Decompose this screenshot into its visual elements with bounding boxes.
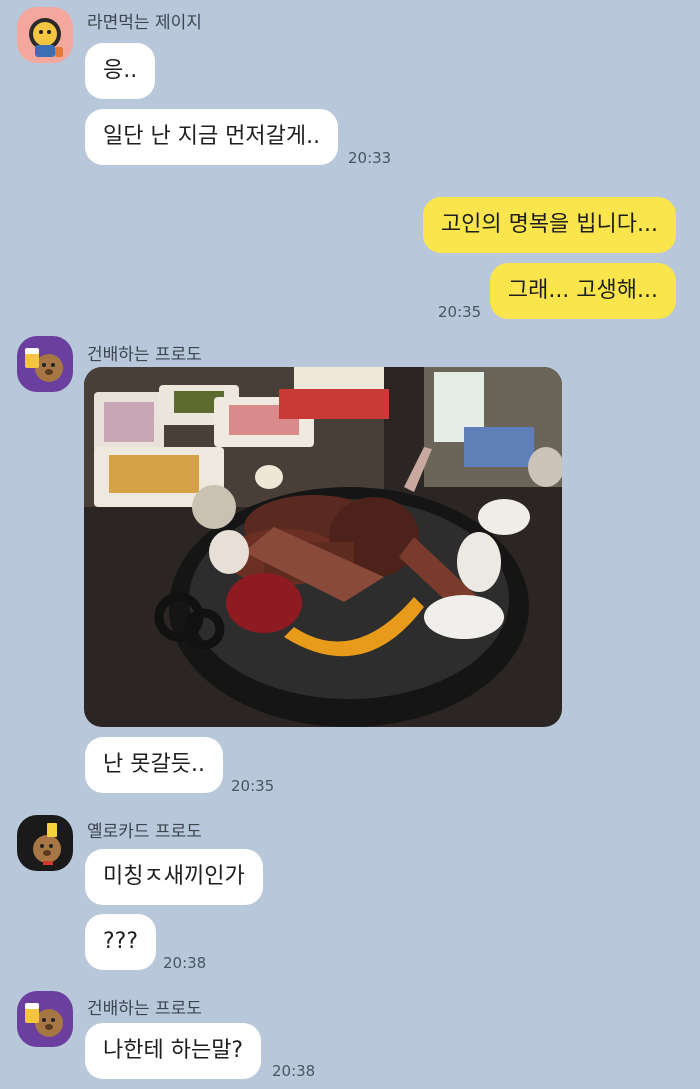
timestamp: 20:35: [438, 303, 482, 321]
sender-name: 건배하는 프로도: [87, 999, 202, 1019]
timestamp: 20:38: [272, 1062, 316, 1080]
timestamp: 20:33: [348, 149, 392, 167]
timestamp: 20:38: [163, 954, 207, 972]
message-bubble[interactable]: 일단 난 지금 먼저갈게..: [85, 109, 339, 165]
avatar-frodo[interactable]: [17, 991, 73, 1047]
frodo-cheers-icon: [25, 1003, 63, 1037]
my-message-bubble[interactable]: 그래... 고생해...: [489, 263, 676, 319]
photo-message[interactable]: [84, 367, 562, 727]
sender-name: 옐로카드 프로도: [87, 822, 202, 842]
frodo-yellow-card-icon: [33, 823, 61, 865]
message-bubble[interactable]: ???: [85, 914, 157, 970]
my-message-bubble[interactable]: 고인의 명복을 빕니다...: [422, 197, 676, 253]
message-bubble[interactable]: 난 못갈듯..: [85, 737, 223, 793]
sender-name: 라면먹는 제이지: [87, 13, 202, 33]
message-bubble[interactable]: 나한테 하는말?: [85, 1023, 262, 1079]
ryan-eating-ramen-icon: [29, 18, 63, 57]
frodo-cheers-icon: [25, 348, 63, 382]
avatar-frodo[interactable]: [17, 336, 73, 392]
grilled-meat-photo: [84, 367, 562, 727]
message-bubble[interactable]: 응..: [85, 43, 156, 99]
avatar-jay[interactable]: [17, 7, 73, 63]
message-bubble[interactable]: 미칭ㅈ새끼인가: [85, 849, 263, 905]
timestamp: 20:35: [231, 777, 275, 795]
avatar-yellowcard-frodo[interactable]: [17, 815, 73, 871]
sender-name: 건배하는 프로도: [87, 345, 202, 365]
